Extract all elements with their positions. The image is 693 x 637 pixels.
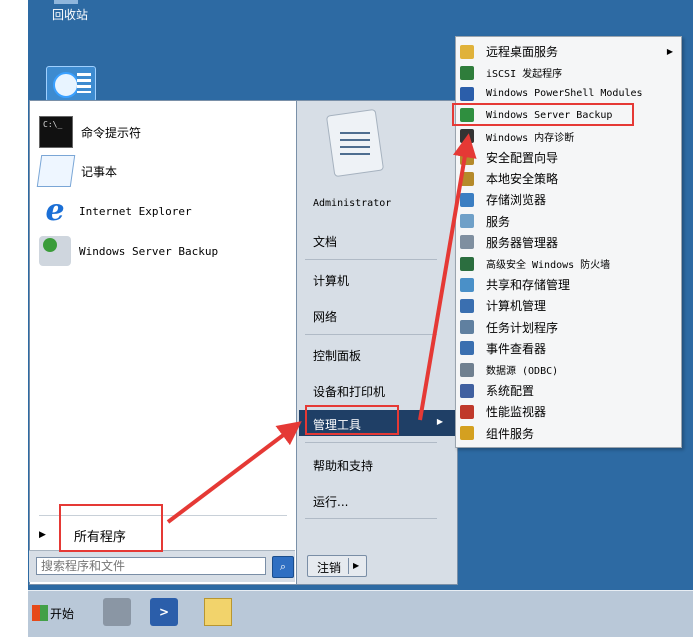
arrow-to-server-backup xyxy=(418,133,477,421)
arrow-to-admin-tools xyxy=(166,421,302,524)
annotation-arrows xyxy=(166,133,477,524)
